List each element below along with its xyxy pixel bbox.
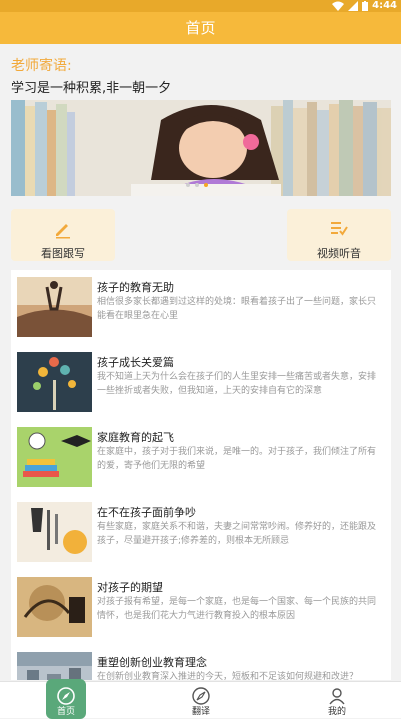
tile-label: 视频听音 bbox=[317, 247, 361, 260]
banner-image bbox=[11, 100, 391, 196]
wifi-icon bbox=[332, 1, 345, 11]
teacher-motto: 学习是一种积累,非一朝一夕 bbox=[11, 81, 172, 96]
status-time: 4:44 bbox=[372, 0, 397, 11]
list-item[interactable]: 重塑创新创业教育理念 在创新创业教育深入推进的今天，短板和不足该如何规避和改进？ bbox=[11, 645, 391, 680]
nav-label: 翻译 bbox=[191, 707, 210, 717]
nav-item-translate[interactable]: 翻译 bbox=[171, 682, 231, 718]
article-description: 在创新创业教育深入推进的今天，短板和不足该如何规避和改进？ bbox=[97, 672, 359, 680]
banner-dot bbox=[195, 183, 199, 187]
app-bar-title: 首页 bbox=[0, 12, 401, 44]
nav-item-home[interactable]: 首页 bbox=[36, 679, 96, 719]
signal-icon bbox=[348, 1, 359, 11]
article-thumbnail bbox=[17, 427, 92, 487]
banner-page-indicator bbox=[186, 183, 208, 187]
article-title: 重塑创新创业教育理念 bbox=[97, 656, 207, 669]
article-title: 对孩子的期望 bbox=[97, 581, 163, 594]
article-description: 相信很多家长都遇到过这样的处境：眼看着孩子出了一些问题，家长只能看在眼里急在心里 bbox=[97, 297, 377, 321]
article-description: 在家庭中，孩子对于我们来说，是唯一的。对于孩子，我们倾注了所有的爱，寄予他们无限… bbox=[97, 447, 377, 471]
nav-item-mine[interactable]: 我的 bbox=[307, 682, 367, 718]
article-thumbnail bbox=[17, 577, 92, 637]
list-item[interactable]: 孩子的教育无助 相信很多家长都遇到过这样的处境：眼看着孩子出了一些问题，家长只能… bbox=[11, 270, 391, 345]
article-description: 有些家庭，家庭关系不和谐，夫妻之间常常吵闹。修养好的，还能跟及孩子，尽量避开孩子… bbox=[97, 522, 377, 546]
pencil-icon bbox=[56, 224, 70, 239]
article-thumbnail bbox=[17, 352, 92, 412]
article-title: 孩子的教育无助 bbox=[97, 281, 174, 294]
article-list[interactable]: 孩子的教育无助 相信很多家长都遇到过这样的处境：眼看着孩子出了一些问题，家长只能… bbox=[11, 270, 391, 680]
article-title: 在不在孩子面前争吵 bbox=[97, 506, 196, 519]
article-title: 孩子成长关爱篇 bbox=[97, 356, 174, 369]
banner-dot bbox=[186, 183, 190, 187]
article-title: 家庭教育的起飞 bbox=[97, 431, 174, 444]
article-thumbnail bbox=[17, 277, 92, 337]
article-thumbnail bbox=[17, 502, 92, 562]
tile-label: 看图跟写 bbox=[41, 247, 85, 260]
nav-label: 首页 bbox=[56, 707, 75, 717]
status-bar: 4:44 bbox=[0, 0, 401, 12]
article-description: 我不知道上天为什么会在孩子们的人生里安排一些痛苦或者失意，安排一些挫折或者失败，… bbox=[97, 372, 377, 396]
battery-icon bbox=[362, 1, 369, 11]
teacher-message-label: 老师寄语: bbox=[11, 58, 72, 74]
banner-dot-active bbox=[204, 183, 208, 187]
list-item[interactable]: 孩子成长关爱篇 我不知道上天为什么会在孩子们的人生里安排一些痛苦或者失意，安排一… bbox=[11, 345, 391, 420]
list-item[interactable]: 对孩子的期望 对孩子报有希望，是每一个家庭，也是每一个国家、每一个民族的共同情怀… bbox=[11, 570, 391, 645]
banner-carousel[interactable] bbox=[11, 100, 391, 196]
nav-label: 我的 bbox=[327, 707, 346, 717]
bottom-navigation: 首页 翻译 我的 bbox=[0, 679, 401, 719]
check-list-icon bbox=[331, 222, 348, 236]
tile-video-listening[interactable]: 视频听音 bbox=[287, 209, 391, 261]
article-description: 对孩子报有希望，是每一个家庭，也是每一个国家、每一个民族的共同情怀，也是我们花大… bbox=[97, 597, 377, 621]
article-thumbnail bbox=[17, 652, 92, 680]
tile-picture-writing[interactable]: 看图跟写 bbox=[11, 209, 115, 261]
list-item[interactable]: 家庭教育的起飞 在家庭中，孩子对于我们来说，是唯一的。对于孩子，我们倾注了所有的… bbox=[11, 420, 391, 495]
list-item[interactable]: 在不在孩子面前争吵 有些家庭，家庭关系不和谐，夫妻之间常常吵闹。修养好的，还能跟… bbox=[11, 495, 391, 570]
